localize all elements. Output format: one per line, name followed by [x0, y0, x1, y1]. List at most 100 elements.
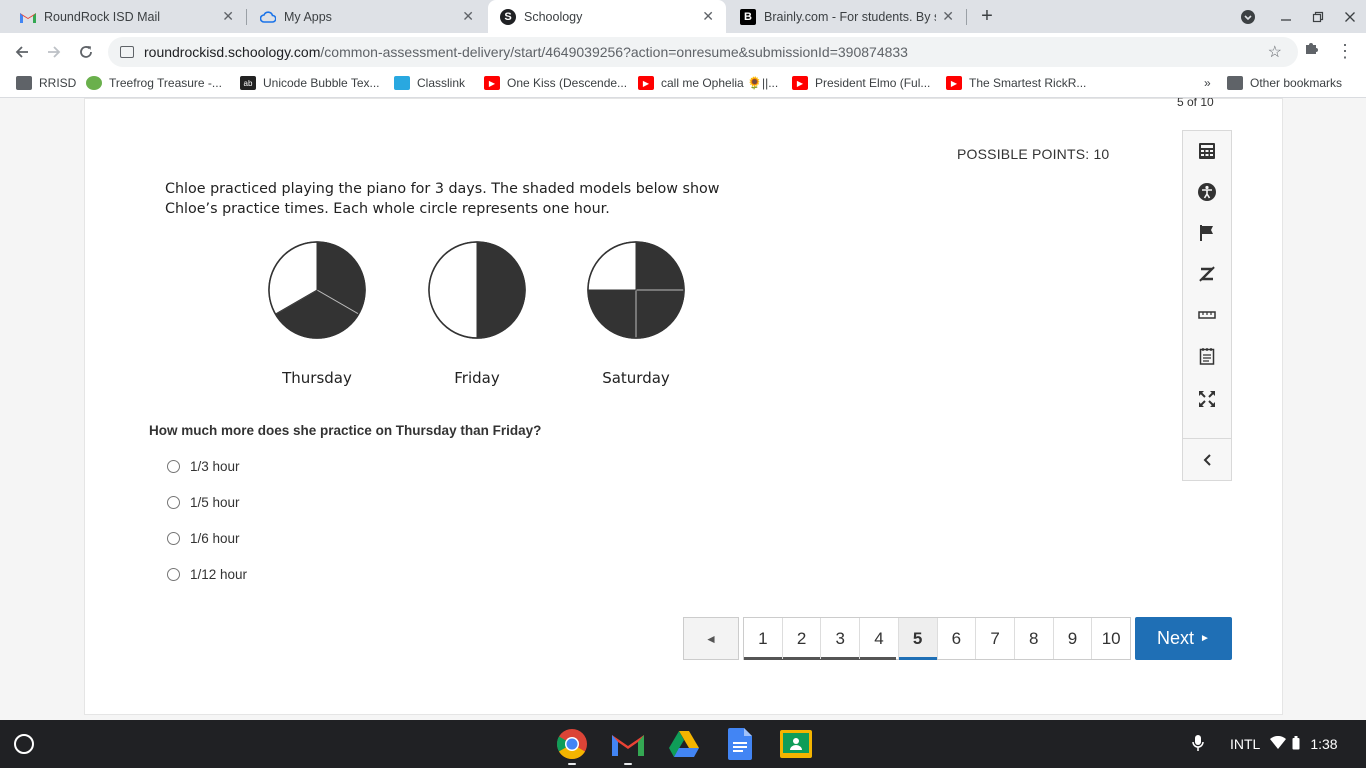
flag-icon[interactable]	[1183, 215, 1231, 251]
microphone-icon[interactable]	[1192, 734, 1204, 755]
unicode-icon: ab	[240, 76, 256, 90]
answer-choice-1[interactable]: 1/3 hour	[167, 459, 240, 474]
choice-label: 1/3 hour	[190, 459, 240, 474]
tab-search-icon[interactable]	[1232, 0, 1264, 33]
status-tray[interactable]: INTL 1:38	[1184, 728, 1360, 760]
restore-icon[interactable]	[1302, 0, 1334, 33]
answer-choice-2[interactable]: 1/5 hour	[167, 495, 240, 510]
extensions-puzzle-icon[interactable]	[1303, 40, 1319, 60]
radio-button[interactable]	[167, 496, 180, 509]
wifi-icon	[1270, 735, 1287, 752]
bookmark-treefrog[interactable]: Treefrog Treasure -...	[86, 76, 222, 90]
page-5-button[interactable]: 5	[898, 618, 938, 660]
folder-icon	[1227, 76, 1243, 90]
bookmark-label: Other bookmarks	[1250, 76, 1343, 90]
page-8-button[interactable]: 8	[1015, 618, 1054, 659]
cloud-icon	[394, 76, 410, 90]
answer-choice-4[interactable]: 1/12 hour	[167, 567, 247, 582]
calculator-icon[interactable]	[1183, 133, 1231, 169]
ime-indicator[interactable]: INTL	[1230, 736, 1260, 752]
tab-schoology[interactable]: S Schoology ✕	[488, 0, 726, 33]
fullscreen-icon[interactable]	[1183, 381, 1231, 417]
close-icon[interactable]: ✕	[942, 8, 954, 25]
stem-line: Chloe’s practice times. Each whole circl…	[165, 201, 610, 217]
page-1-button[interactable]: 1	[744, 618, 783, 659]
folder-icon	[16, 76, 32, 90]
bookmark-label: One Kiss (Descende...	[507, 76, 628, 90]
running-indicator	[624, 763, 632, 765]
running-indicator	[568, 763, 576, 765]
address-bar[interactable]: roundrockisd.schoology.com/common-assess…	[108, 37, 1298, 67]
close-icon[interactable]: ✕	[702, 8, 714, 25]
launcher-icon[interactable]	[14, 734, 34, 754]
minimize-icon[interactable]	[1270, 0, 1302, 33]
previous-question-button[interactable]: ◄	[683, 617, 739, 660]
bookmark-star-icon[interactable]: ☆	[1268, 42, 1282, 62]
bookmark-smartest-rickroll[interactable]: ▶ The Smartest RickR...	[946, 76, 1086, 90]
tab-title: Brainly.com - For students. By st	[764, 9, 937, 24]
next-question-button[interactable]: Next ►	[1135, 617, 1232, 660]
notepad-icon[interactable]	[1183, 338, 1231, 374]
drive-icon[interactable]	[668, 728, 700, 760]
bookmark-label: President Elmo (Ful...	[815, 76, 931, 90]
collapse-icon[interactable]	[1183, 442, 1231, 478]
radio-button[interactable]	[167, 568, 180, 581]
bookmark-label: Unicode Bubble Tex...	[263, 76, 380, 90]
page-6-button[interactable]: 6	[938, 618, 977, 659]
eliminate-answer-icon[interactable]	[1183, 256, 1231, 292]
clock[interactable]: 1:38	[1310, 736, 1337, 752]
radio-button[interactable]	[167, 460, 180, 473]
bookmark-rrisd[interactable]: RRISD	[16, 76, 76, 90]
ruler-icon[interactable]	[1183, 297, 1231, 333]
page-3-button[interactable]: 3	[821, 618, 861, 659]
more-bookmarks-button[interactable]: »	[1204, 76, 1211, 90]
shaded-sector	[476, 241, 526, 339]
accessibility-icon[interactable]	[1183, 174, 1231, 210]
tab-my-apps[interactable]: My Apps ✕	[248, 0, 486, 33]
gmail-icon[interactable]	[612, 728, 644, 765]
browser-menu-icon[interactable]: ⋮	[1336, 39, 1354, 63]
circle-label-friday: Friday	[454, 369, 500, 387]
page-4-button[interactable]: 4	[860, 618, 899, 659]
radio-button[interactable]	[167, 532, 180, 545]
chrome-icon[interactable]	[556, 728, 588, 765]
bookmark-president-elmo[interactable]: ▶ President Elmo (Ful...	[792, 76, 930, 90]
reload-icon	[80, 46, 92, 58]
stem-line: Chloe practiced playing the piano for 3 …	[165, 181, 720, 197]
bookmark-label: Treefrog Treasure -...	[109, 76, 222, 90]
tab-divider	[246, 9, 247, 25]
other-bookmarks-folder[interactable]: Other bookmarks	[1227, 76, 1342, 90]
bookmark-label: RRISD	[39, 76, 77, 90]
bookmark-one-kiss[interactable]: ▶ One Kiss (Descende...	[484, 76, 627, 90]
bookmark-classlink[interactable]: Classlink	[394, 76, 465, 90]
answer-choice-3[interactable]: 1/6 hour	[167, 531, 240, 546]
back-button[interactable]	[8, 38, 36, 66]
new-tab-button[interactable]: +	[976, 4, 998, 28]
next-label: Next	[1157, 628, 1195, 648]
close-icon[interactable]: ✕	[222, 8, 234, 25]
forward-button[interactable]	[40, 38, 68, 66]
close-window-icon[interactable]	[1334, 0, 1366, 33]
bookmark-call-me-ophelia[interactable]: ▶ call me Ophelia 🌻||...	[638, 76, 778, 90]
classroom-icon[interactable]	[780, 728, 812, 760]
close-icon[interactable]: ✕	[462, 8, 474, 25]
docs-icon[interactable]	[724, 728, 756, 760]
bookmark-unicode-bubble[interactable]: ab Unicode Bubble Tex...	[240, 76, 380, 90]
youtube-icon: ▶	[638, 76, 654, 90]
fraction-circle-thursday	[268, 241, 366, 339]
site-info-icon[interactable]	[120, 46, 134, 58]
reload-button[interactable]	[72, 38, 100, 66]
tab-roundrock-mail[interactable]: RoundRock ISD Mail ✕	[8, 0, 246, 33]
page-9-button[interactable]: 9	[1054, 618, 1093, 659]
bookmarks-bar: RRISD Treefrog Treasure -... ab Unicode …	[0, 71, 1366, 98]
unshaded-sector	[428, 241, 478, 339]
schoology-icon: S	[500, 8, 516, 25]
tab-title: Schoology	[524, 9, 583, 24]
page-viewport[interactable]: 5 of 10 POSSIBLE POINTS: 10 Chloe practi…	[0, 98, 1366, 720]
tab-brainly[interactable]: B Brainly.com - For students. By st ✕	[728, 0, 966, 33]
page-7-button[interactable]: 7	[976, 618, 1015, 659]
tab-divider	[966, 9, 967, 25]
page-10-button[interactable]: 10	[1092, 618, 1130, 659]
tab-title: My Apps	[284, 9, 332, 24]
page-2-button[interactable]: 2	[783, 618, 822, 659]
